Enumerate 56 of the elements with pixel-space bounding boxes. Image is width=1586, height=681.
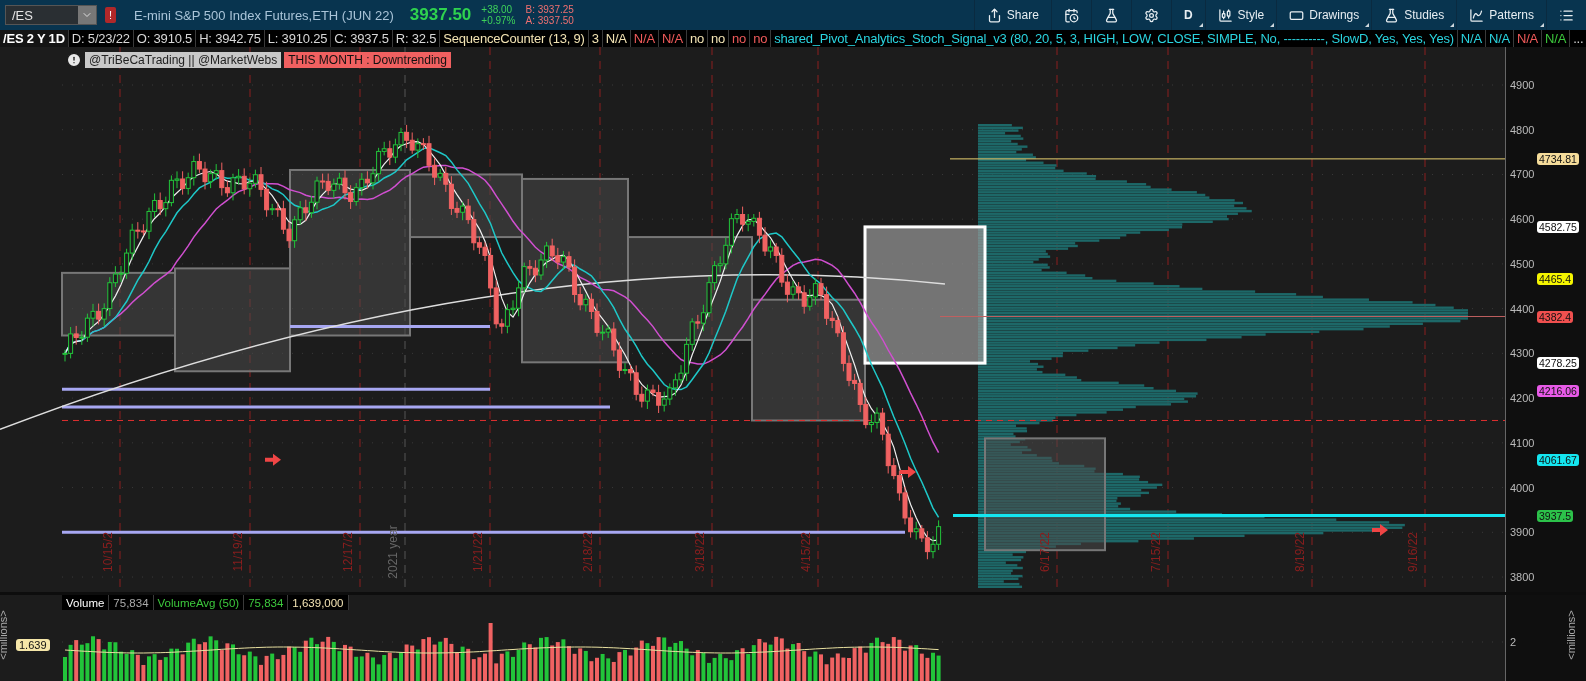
date-label: 11/19/2 [231, 532, 245, 572]
average-value: 75,834 [244, 595, 289, 610]
price-tag: 4061.67 [1537, 454, 1579, 466]
price-tag: 4465.4 [1537, 273, 1574, 286]
average-total: 1,639,000 [288, 595, 349, 610]
date-label: 8/19/22 [1293, 532, 1307, 572]
price-tick: 4400 [1510, 302, 1535, 315]
date-label: 12/17/2 [341, 532, 355, 572]
price-tag: 4582.75 [1537, 220, 1579, 233]
price-tick: 4500 [1510, 257, 1535, 270]
study-value: no [708, 30, 730, 47]
price-tag: 4278.25 [1537, 357, 1579, 370]
date-label: 2021 year [386, 525, 400, 579]
price-tag: 4734.81 [1537, 152, 1579, 165]
price-tag: 4216.06 [1537, 384, 1579, 397]
date-label: 9/16/22 [1406, 532, 1420, 572]
chart-label: THIS MONTH : Downtrending [284, 52, 451, 68]
price-tick: 4900 [1510, 79, 1535, 91]
study-value: shared_Pivot_Analytics_Stoch_Signal_v3 (80, 20, 5, 3, HIGH, LOW, CLOSE, SIMPLE, No, ----------, SlowD, Yes, Yes, Yes) [771, 30, 1458, 47]
study-value: SequenceCounter (13, 9) [440, 30, 589, 47]
volume-tag: 1.639 [16, 639, 50, 651]
unit-label: <millions> [1564, 610, 1577, 660]
volume-value: 75,834 [109, 595, 154, 610]
volume-tick: 2 [1510, 636, 1517, 648]
date-label: 3/18/22 [693, 532, 707, 572]
price-tick: 4800 [1510, 123, 1535, 136]
study-value: no [729, 30, 751, 47]
price-tick: 3800 [1510, 571, 1535, 583]
study-value: C: 3937.5 [331, 30, 393, 47]
price-tick: 4200 [1510, 392, 1535, 405]
net-change: +38.00 [481, 4, 514, 15]
last-price: 3937.50 [409, 5, 472, 25]
date-label: 10/15/2 [101, 532, 115, 572]
chart-label: @TriBeCaTrading || @MarketWebs [85, 52, 282, 68]
price-tick: 4100 [1510, 436, 1535, 449]
price-tick: 4300 [1510, 347, 1535, 360]
chart-title: /ES 2 Y 1D [0, 30, 69, 47]
price-tick: 3900 [1510, 526, 1535, 539]
bid-price: B: 3937.25 [525, 4, 574, 15]
symbol-field[interactable]: /ES [5, 5, 97, 25]
price-tick: 4700 [1510, 168, 1535, 181]
price-tag: 4382.4 [1537, 310, 1574, 323]
price-tick: 4600 [1510, 213, 1535, 226]
ask-price: A: 3937.50 [525, 15, 574, 26]
date-label: 6/17/22 [1038, 532, 1052, 572]
percent-change: +0.97% [481, 15, 516, 26]
average-title: VolumeAvg (50) [153, 595, 245, 610]
date-label: 4/15/22 [799, 532, 813, 572]
date-label: 1/21/22 [471, 532, 485, 572]
date-label: 7/15/22 [1149, 532, 1163, 572]
alert-badge[interactable]: ! [105, 7, 116, 23]
price-tick: 4000 [1510, 481, 1535, 494]
instrument-description: E-mini S&P 500 Index Futures,ETH (JUN 22) [134, 7, 394, 23]
price-tag: 3937.5 [1537, 509, 1574, 522]
date-label: 2/18/22 [581, 532, 595, 572]
volume-title: Volume [62, 595, 110, 610]
